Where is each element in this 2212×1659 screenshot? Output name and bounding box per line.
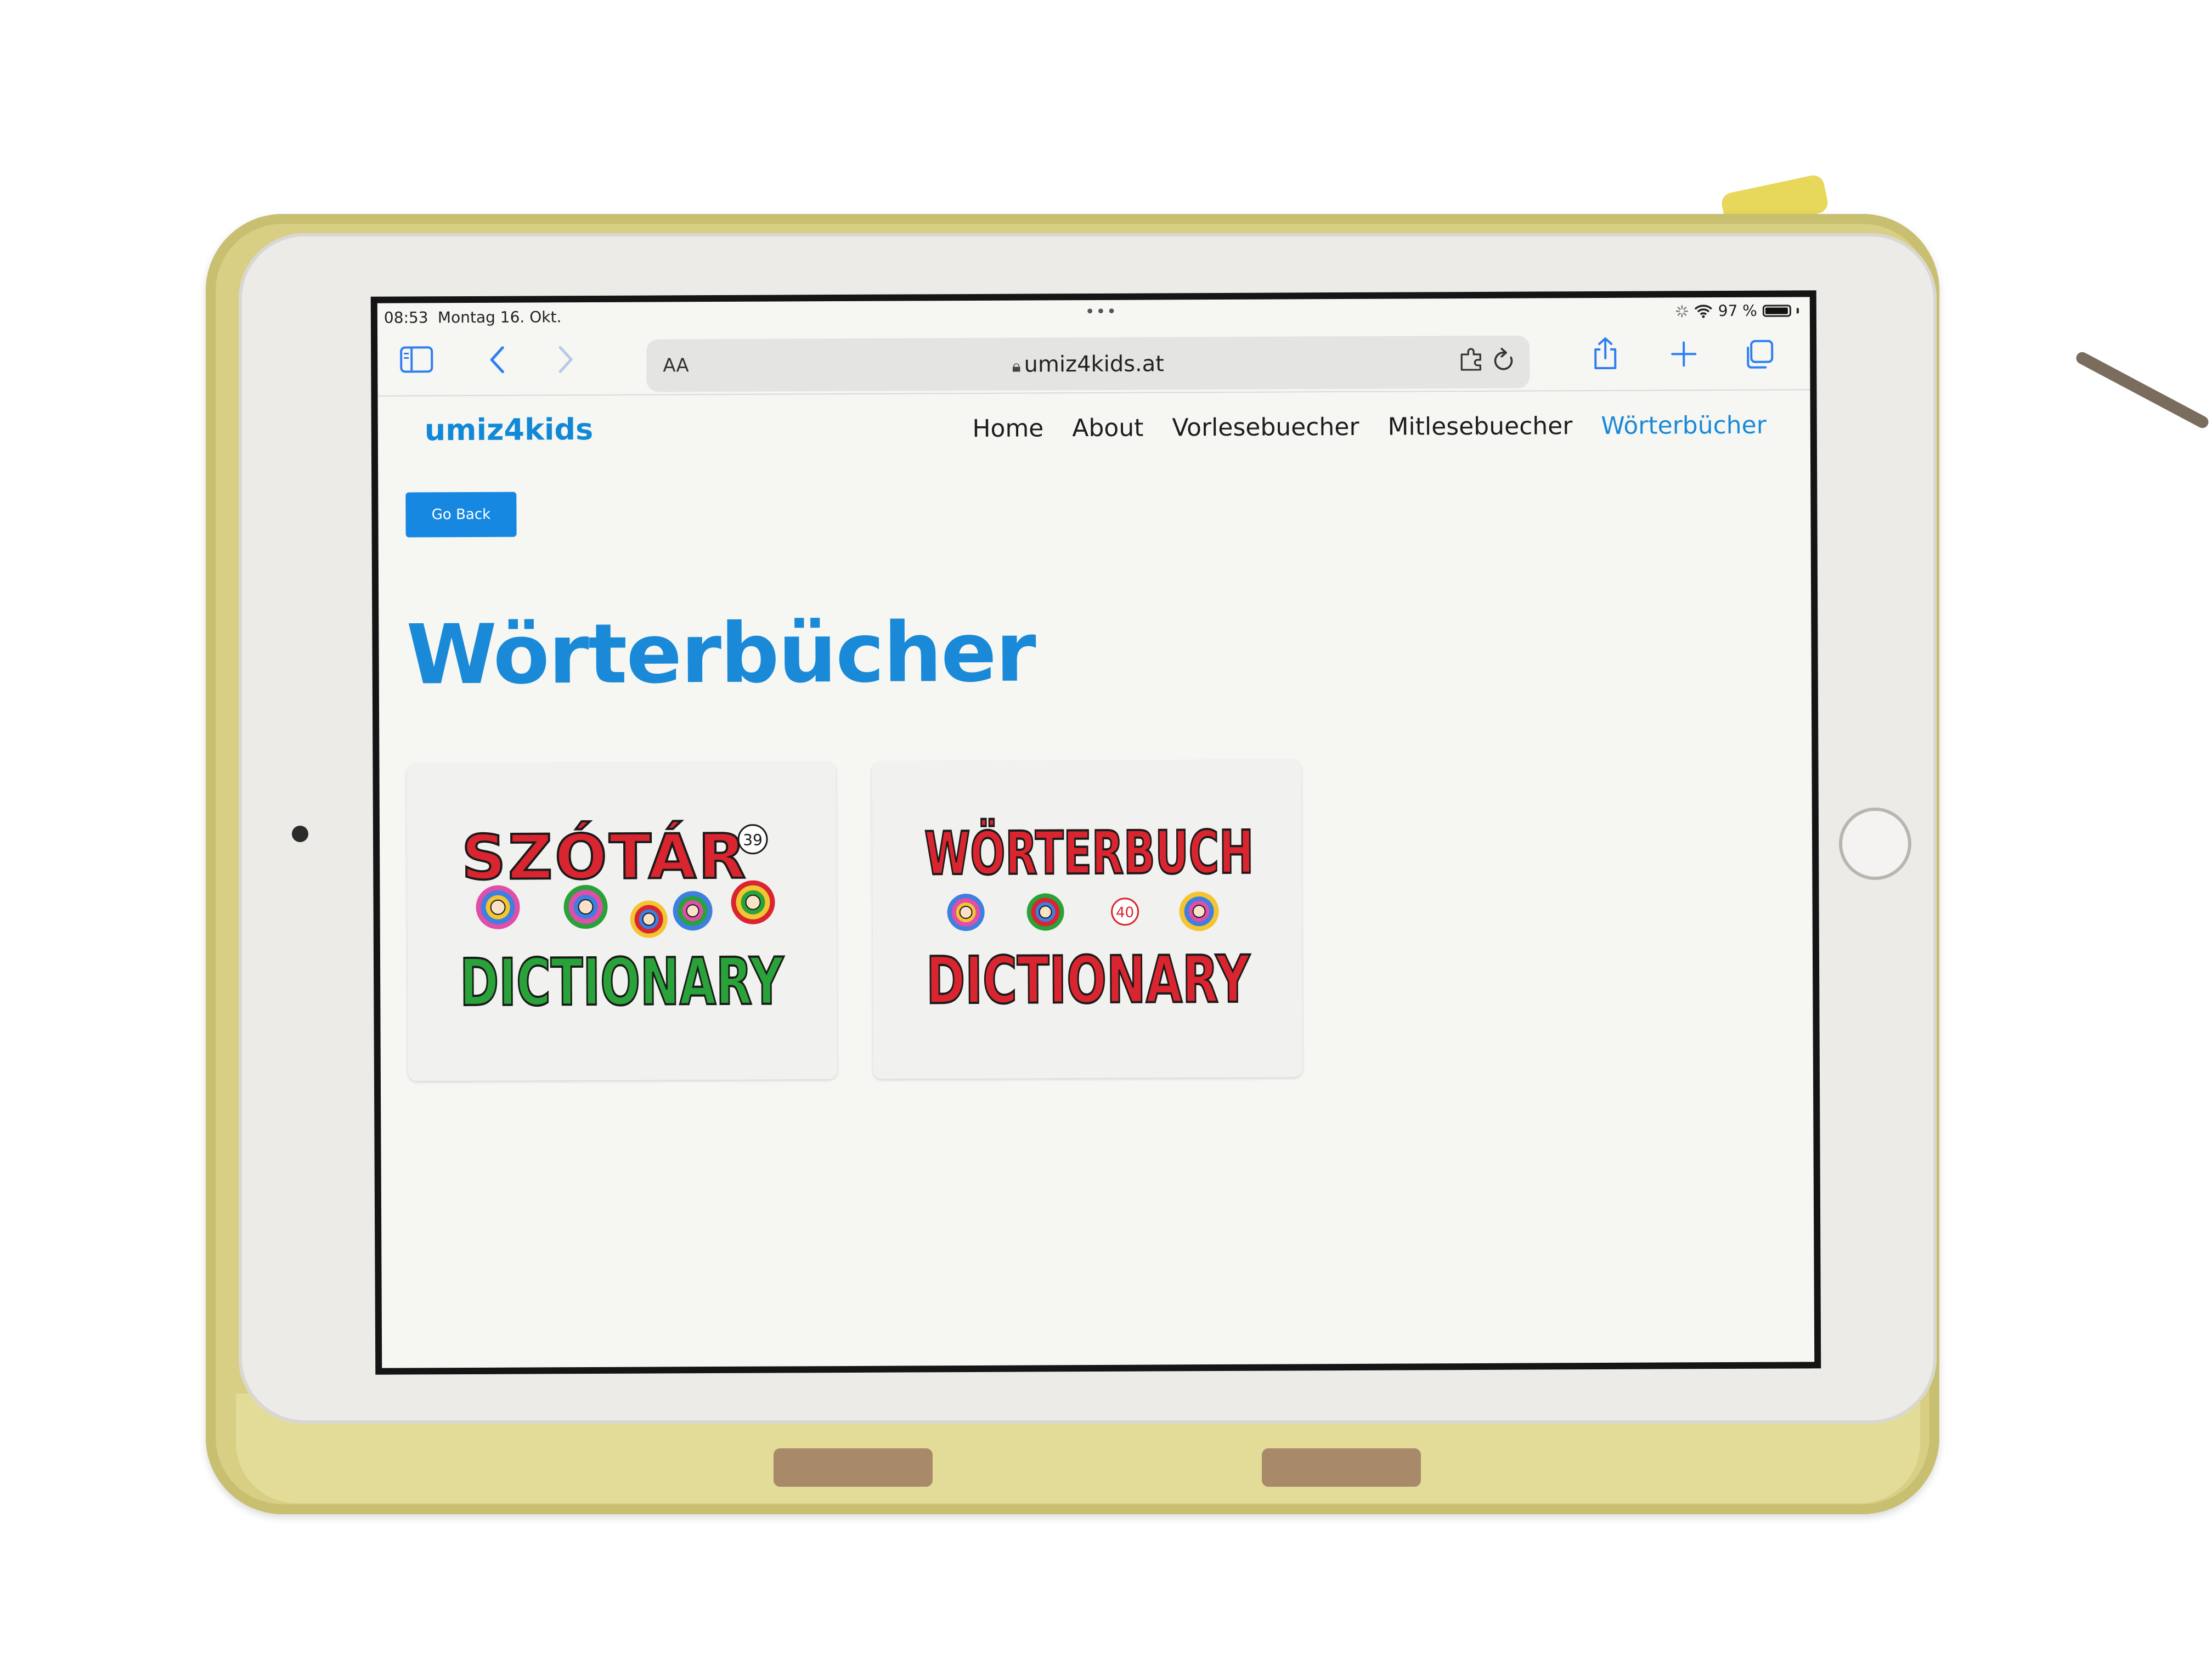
chevron-left-icon[interactable] — [487, 346, 507, 374]
book-card-woerterbuch[interactable]: WÖRTERBUCH 40 DICTIONARY — [872, 760, 1302, 1079]
flower-icon — [630, 900, 668, 938]
flower-icon — [476, 885, 520, 929]
url-display[interactable]: 🔒︎ umiz4kids.at — [646, 350, 1530, 379]
battery-fill — [1765, 307, 1788, 314]
flower-row — [947, 891, 1219, 932]
cover-word-dictionary: DICTIONARY — [460, 943, 785, 1020]
front-camera — [292, 826, 308, 842]
nav-mitlesebuecher[interactable]: Mitlesebuecher — [1387, 412, 1572, 441]
flower-icon — [731, 880, 775, 924]
volume-badge-40: 40 — [1116, 905, 1134, 921]
battery-icon — [1762, 304, 1791, 317]
case-slot — [1262, 1448, 1421, 1487]
go-back-button[interactable]: Go Back — [405, 492, 517, 538]
nav-about[interactable]: About — [1072, 414, 1143, 443]
page-title: Wörterbücher — [406, 605, 1036, 703]
flower-icon — [1026, 893, 1064, 931]
multitasking-dots-icon[interactable]: ••• — [1085, 302, 1118, 321]
battery-tip — [1796, 307, 1799, 313]
cover-word-woerterbuch: WÖRTERBUCH — [924, 817, 1254, 889]
battery-percent: 97 % — [1718, 301, 1757, 320]
activity-spinner-icon — [1675, 304, 1688, 318]
book-card-szotar[interactable]: SZÓTÁR 39 DICTIONARY — [407, 762, 837, 1081]
status-date: Montag 16. Okt. — [437, 308, 562, 327]
sidebar-icon[interactable] — [399, 346, 433, 373]
main-nav: Home About Vorlesebuecher Mitlesebuecher… — [972, 411, 1767, 443]
nav-vorlesebuecher[interactable]: Vorlesebuecher — [1172, 413, 1359, 442]
cover-word-szotar: SZÓTÁR — [461, 820, 748, 894]
puzzle-extension-icon[interactable] — [1458, 348, 1486, 373]
book-cover-art: WÖRTERBUCH 40 DICTIONARY — [923, 816, 1255, 1020]
flower-icon — [947, 894, 985, 932]
nav-home[interactable]: Home — [972, 414, 1043, 443]
site-logo[interactable]: umiz4kids — [425, 412, 594, 447]
charging-cable — [2074, 349, 2211, 431]
home-button[interactable] — [1839, 808, 1911, 880]
browser-display: 08:53 Montag 16. Okt. ••• 97 % AA 🔒︎ umi… — [377, 297, 1815, 1368]
chevron-right-icon[interactable] — [556, 345, 575, 374]
plus-icon[interactable] — [1670, 340, 1697, 368]
lock-icon: 🔒︎ — [1012, 357, 1021, 376]
flower-icon — [563, 885, 608, 929]
url-text: umiz4kids.at — [1024, 351, 1164, 377]
status-indicators: 97 % — [1675, 301, 1799, 320]
status-time: 08:53 — [383, 308, 428, 327]
browser-toolbar: AA 🔒︎ umiz4kids.at — [377, 323, 1810, 397]
nav-woerterbuecher[interactable]: Wörterbücher — [1601, 411, 1767, 440]
volume-badge-39: 39 — [743, 831, 763, 849]
cover-word-dictionary: DICTIONARY — [926, 941, 1251, 1019]
tablet-screen: 08:53 Montag 16. Okt. ••• 97 % AA 🔒︎ umi… — [370, 290, 1821, 1375]
case-slot — [774, 1448, 933, 1487]
reload-icon[interactable] — [1491, 347, 1516, 374]
flower-icon — [1179, 891, 1219, 932]
share-icon[interactable] — [1591, 336, 1620, 371]
tabs-overview-icon[interactable] — [1743, 339, 1774, 370]
flower-icon — [673, 891, 713, 931]
address-bar[interactable]: AA 🔒︎ umiz4kids.at — [646, 335, 1530, 392]
book-cover-art: SZÓTÁR 39 DICTIONARY — [459, 819, 786, 1022]
wifi-icon — [1694, 304, 1712, 318]
